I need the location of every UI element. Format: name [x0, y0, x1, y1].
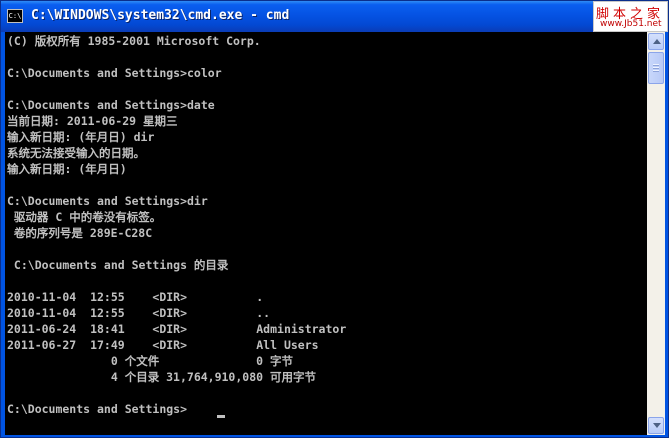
console-line: 卷的序列号是 289E-C28C [7, 226, 153, 240]
console-prompt: C:\Documents and Settings> [7, 402, 188, 416]
cmd-app-icon[interactable]: C:\ [7, 9, 23, 23]
console-line: 系统无法接受输入的日期。 [7, 146, 145, 160]
console-line: C:\Documents and Settings>color [7, 66, 222, 80]
console-line: 4 个目录 31,764,910,080 可用字节 [7, 370, 316, 384]
vertical-scrollbar[interactable] [647, 32, 665, 435]
console-line: 输入新日期: (年月日) dir [7, 130, 155, 144]
console-line: C:\Documents and Settings>dir [7, 194, 208, 208]
cmd-window: C:\ C:\WINDOWS\system32\cmd.exe - cmd 脚本… [0, 0, 669, 438]
console-line: C:\Documents and Settings>date [7, 98, 215, 112]
thumb-grip-icon [653, 67, 659, 69]
console-line: C:\Documents and Settings 的目录 [7, 258, 229, 272]
chevron-up-icon [653, 39, 661, 44]
window-title: C:\WINDOWS\system32\cmd.exe - cmd [31, 8, 290, 23]
watermark-url: www.Jb51.net [600, 19, 662, 29]
text-cursor [217, 415, 225, 418]
scroll-up-button[interactable] [648, 33, 664, 50]
thumb-grip-icon [653, 70, 659, 72]
console-line: 2010-11-04 12:55 <DIR> .. [7, 306, 271, 320]
console-line: (C) 版权所有 1985-2001 Microsoft Corp. [7, 34, 261, 48]
watermark-logo: 脚本之家 www.Jb51.net [593, 1, 668, 32]
console-output[interactable]: (C) 版权所有 1985-2001 Microsoft Corp. C:\Do… [5, 32, 647, 435]
console-line: 0 个文件 0 字节 [7, 354, 293, 368]
console-line: 2011-06-24 18:41 <DIR> Administrator [7, 322, 347, 336]
chevron-down-icon [653, 423, 661, 428]
console-line: 2010-11-04 12:55 <DIR> . [7, 290, 264, 304]
console-line: 当前日期: 2011-06-29 星期三 [7, 114, 178, 128]
console-line: 输入新日期: (年月日) [7, 162, 127, 176]
thumb-grip-icon [653, 64, 659, 66]
title-bar[interactable]: C:\ C:\WINDOWS\system32\cmd.exe - cmd 脚本… [1, 1, 668, 32]
scroll-down-button[interactable] [648, 417, 664, 434]
scroll-thumb[interactable] [648, 52, 664, 84]
console-line: 2011-06-27 17:49 <DIR> All Users [7, 338, 319, 352]
console-line: 驱动器 C 中的卷没有标签。 [7, 210, 162, 224]
